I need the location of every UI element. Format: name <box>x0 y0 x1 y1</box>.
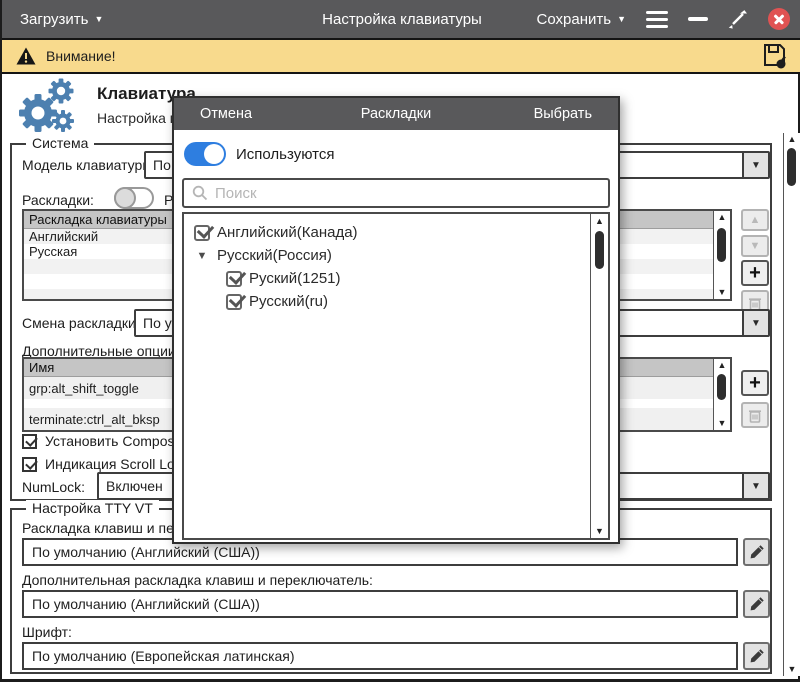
tty-font-label: Шрифт: <box>22 624 72 640</box>
scroll-down-icon[interactable]: ▼ <box>784 663 800 676</box>
scroll-up-icon[interactable]: ▲ <box>784 133 800 146</box>
layouts-tree: Английский(Канада) ▼ Русский(Россия) Рус… <box>182 212 610 540</box>
save-menu-button[interactable]: Сохранить ▼ <box>537 11 626 28</box>
collapse-icon[interactable]: ▼ <box>194 250 210 262</box>
warning-text: Внимание! <box>46 48 116 64</box>
scroll-lock-checkbox-label: Индикация Scroll Lock <box>45 456 189 472</box>
save-file-icon[interactable] <box>762 42 788 70</box>
tree-item-label: Русский(ru) <box>249 293 328 310</box>
page-subtitle: Настройка п <box>97 110 177 126</box>
search-input[interactable] <box>215 185 600 202</box>
plus-icon: + <box>749 263 761 283</box>
add-layout-button[interactable]: + <box>741 260 769 286</box>
numlock-label: NumLock: <box>22 479 85 495</box>
move-down-button[interactable]: ▼ <box>741 235 769 257</box>
tree-item[interactable]: Русский(ru) <box>226 293 328 310</box>
scroll-down-icon[interactable]: ▼ <box>714 417 730 430</box>
gears-icon <box>12 78 78 138</box>
plus-icon: + <box>749 373 761 393</box>
layout-switch-label: Смена раскладки: <box>22 315 140 331</box>
tty-extra-layout-label: Дополнительная раскладка клавиш и перекл… <box>22 572 373 588</box>
tree-item-label: Русский(Россия) <box>217 247 332 264</box>
minimize-icon[interactable] <box>688 17 708 21</box>
keyboard-model-label: Модель клавиатуры: <box>22 157 156 173</box>
edit-tty-extra-layout-button[interactable] <box>743 590 770 618</box>
save-menu-label: Сохранить <box>537 11 612 28</box>
pencil-icon <box>749 649 764 664</box>
tree-item[interactable]: Английский(Канада) <box>194 224 358 241</box>
scroll-down-icon[interactable]: ▼ <box>714 286 730 299</box>
delete-option-button[interactable] <box>741 402 769 428</box>
chevron-down-icon[interactable]: ▼ <box>742 153 768 177</box>
in-use-toggle[interactable] <box>184 142 226 166</box>
scroll-up-icon[interactable]: ▲ <box>714 211 730 224</box>
tree-item[interactable]: Руский(1251) <box>226 270 341 287</box>
menu-icon[interactable] <box>646 11 668 28</box>
add-option-button[interactable]: + <box>741 370 769 396</box>
scrollbar-thumb[interactable] <box>787 148 796 186</box>
tty-extra-layout-field[interactable]: По умолчанию (Английский (США)) <box>22 590 738 618</box>
options-table-scrollbar[interactable]: ▲ ▼ <box>713 359 730 430</box>
warning-icon <box>16 47 36 65</box>
search-icon <box>192 185 208 201</box>
pencil-icon <box>749 545 764 560</box>
scrollbar-thumb[interactable] <box>717 228 726 262</box>
tree-item-label: Руский(1251) <box>249 270 341 287</box>
scroll-lock-checkbox[interactable] <box>22 457 37 472</box>
tree-scrollbar[interactable]: ▲ ▼ <box>590 214 608 538</box>
close-icon[interactable] <box>768 8 790 30</box>
chevron-down-icon[interactable]: ▼ <box>742 311 768 335</box>
tree-item-label: Английский(Канада) <box>217 224 358 241</box>
system-section-legend: Система <box>26 135 94 151</box>
chevron-down-icon[interactable]: ▼ <box>742 474 768 498</box>
edit-tty-layout-button[interactable] <box>743 538 770 566</box>
scrollbar-thumb[interactable] <box>595 231 604 269</box>
modal-select-button[interactable]: Выбрать <box>534 106 592 122</box>
modal-header: Отмена Раскладки Выбрать <box>174 98 618 130</box>
compose-checkbox-label: Установить Compose <box>45 433 182 449</box>
layouts-label: Раскладки: <box>22 192 94 208</box>
scroll-down-icon[interactable]: ▼ <box>591 524 608 538</box>
tty-font-field[interactable]: По умолчанию (Европейская латинская) <box>22 642 738 670</box>
layouts-toggle[interactable] <box>114 187 154 209</box>
move-up-button[interactable]: ▲ <box>741 209 769 231</box>
titlebar: Загрузить ▼ Настройка клавиатуры Сохрани… <box>2 0 800 38</box>
search-box <box>182 178 610 208</box>
warning-bar: Внимание! <box>2 38 800 74</box>
checked-checkbox[interactable] <box>194 225 210 241</box>
arrow-down-icon: ▼ <box>750 240 761 252</box>
window-scrollbar[interactable]: ▲ ▼ <box>783 133 800 676</box>
modal-cancel-button[interactable]: Отмена <box>200 106 252 122</box>
compose-checkbox-row: Установить Compose <box>22 433 182 449</box>
checked-checkbox[interactable] <box>226 271 242 287</box>
edit-tty-font-button[interactable] <box>743 642 770 670</box>
checked-checkbox[interactable] <box>226 294 242 310</box>
arrow-up-icon: ▲ <box>750 214 761 226</box>
trash-icon <box>748 408 762 423</box>
chevron-down-icon: ▼ <box>617 15 626 24</box>
scroll-up-icon[interactable]: ▲ <box>591 214 608 228</box>
tty-layout-label: Раскладка клавиш и пер <box>22 520 182 536</box>
expand-icon[interactable] <box>728 9 748 29</box>
pencil-icon <box>749 597 764 612</box>
in-use-toggle-label: Используются <box>236 146 334 163</box>
tree-item[interactable]: ▼ Русский(Россия) <box>194 247 332 264</box>
scroll-lock-checkbox-row: Индикация Scroll Lock <box>22 456 189 472</box>
scroll-up-icon[interactable]: ▲ <box>714 359 730 372</box>
layouts-modal: Отмена Раскладки Выбрать Используются Ан… <box>172 96 620 544</box>
scrollbar-thumb[interactable] <box>717 374 726 400</box>
compose-checkbox[interactable] <box>22 434 37 449</box>
tty-section-legend: Настройка TTY VT <box>26 500 159 516</box>
keyboard-settings-window: Загрузить ▼ Настройка клавиатуры Сохрани… <box>0 0 800 682</box>
layouts-table-scrollbar[interactable]: ▲ ▼ <box>713 211 730 299</box>
